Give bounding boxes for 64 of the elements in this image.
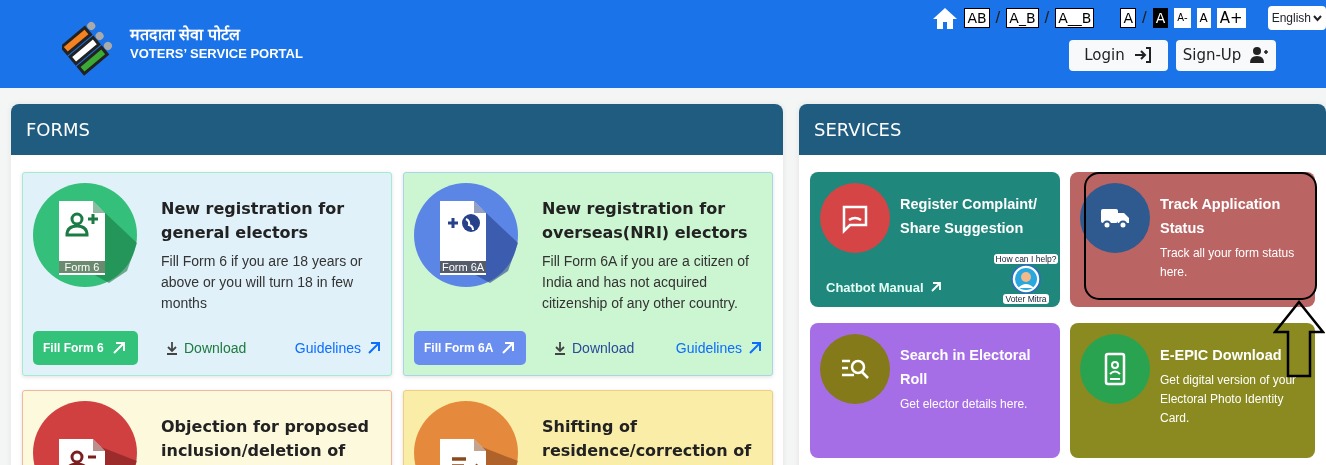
font-size-button[interactable]: A-: [1174, 8, 1191, 28]
service-card[interactable]: Track Application Status Track all your form status here.: [1070, 172, 1315, 307]
form-title: Shifting of residence/correction of: [542, 416, 753, 462]
form-description: Fill Form 6 if you are 18 years or above or you will turn 18 in few months: [161, 252, 364, 313]
id-card-icon: [1080, 334, 1150, 404]
portal-title: VOTERS’ SERVICE PORTAL: [130, 45, 303, 63]
guidelines-link[interactable]: Guidelines: [294, 337, 381, 359]
badge-text: How can I help?: [993, 254, 1059, 264]
chevron-down-icon[interactable]: [1313, 14, 1322, 22]
chatbot-manual-link[interactable]: Chatbot Manual: [826, 277, 942, 297]
form-number-label: Form 6A: [441, 261, 485, 273]
font-size-button[interactable]: A: [1196, 8, 1211, 28]
separator: /: [1044, 7, 1050, 30]
download-link[interactable]: Download: [554, 337, 635, 359]
service-description: Get digital version of your Electoral Photo Identity Card.: [1160, 372, 1298, 427]
contrast-button[interactable]: A: [1120, 8, 1137, 28]
service-card[interactable]: Search in Electoral Roll Get elector details here.: [810, 323, 1060, 458]
login-button[interactable]: Login: [1069, 40, 1168, 71]
letter-spacing-button[interactable]: A_B: [1006, 8, 1039, 28]
panel-header: FORMS: [11, 104, 783, 155]
font-size-button[interactable]: A+: [1216, 8, 1246, 28]
truck-icon: [1080, 183, 1150, 253]
document-icon: [440, 439, 518, 465]
service-card[interactable]: Register Complaint/ Share Suggestion Chatbot Manual How can I help? Voter Mitra: [810, 172, 1060, 307]
person-icon: [1011, 264, 1041, 294]
arrow-icon: [367, 341, 381, 355]
form-title: New registration for general electors: [161, 198, 346, 244]
portal-title-hindi: मतदाता सेवा पोर्टल: [130, 25, 242, 45]
document-icon: [440, 201, 518, 283]
chat-icon: [820, 183, 890, 253]
form-description: Fill Form 6A if you are a citizen of India and has not acquired citizenship of any other country.: [542, 252, 750, 313]
user-add-icon: [1249, 46, 1270, 65]
document-icon: [59, 201, 137, 283]
form-number-label: Form 6: [64, 261, 100, 273]
separator: /: [995, 7, 1001, 30]
language-select[interactable]: English: [1267, 6, 1326, 30]
download-link[interactable]: Download: [166, 337, 247, 359]
download-icon: [166, 341, 178, 355]
service-title: Register Complaint/ Share Suggestion: [900, 195, 1038, 238]
panel-header: SERVICES: [799, 104, 1326, 155]
login-icon: [1132, 46, 1153, 65]
arrow-icon: [748, 341, 762, 355]
guidelines-link[interactable]: Guidelines: [675, 337, 762, 359]
search-list-icon: [820, 334, 890, 404]
service-description: Track all your form status here.: [1160, 245, 1296, 281]
signup-button[interactable]: Sign-Up: [1176, 40, 1276, 71]
badge-text: Voter Mitra: [1003, 294, 1049, 304]
service-title: Search in Electoral Roll: [900, 346, 1032, 389]
service-description: Get elector details here.: [900, 396, 1029, 413]
service-title: Track Application Status: [1160, 195, 1282, 238]
service-card[interactable]: E-EPIC Download Get digital version of your Electoral Photo Identity Card.: [1070, 323, 1315, 458]
arrow-icon: [929, 281, 942, 294]
arrow-icon: [111, 341, 126, 355]
form-title: New registration for overseas(NRI) electors: [542, 198, 749, 244]
separator: /: [1142, 7, 1147, 30]
download-icon: [554, 341, 566, 355]
home-icon[interactable]: [932, 6, 959, 30]
contrast-button[interactable]: A: [1152, 8, 1169, 28]
arrow-icon: [501, 341, 516, 355]
document-icon: [59, 439, 137, 465]
letter-spacing-button[interactable]: AB: [964, 8, 990, 28]
service-title: E-EPIC Download: [1160, 346, 1283, 365]
form-title: Objection for proposed inclusion/deletion of: [161, 416, 370, 462]
letter-spacing-button[interactable]: A__B: [1055, 8, 1095, 28]
